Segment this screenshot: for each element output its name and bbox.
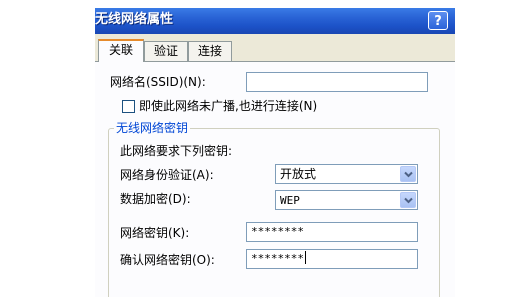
tab-association[interactable]: 关联 [98,39,144,62]
broadcast-checkbox-label[interactable]: 即使此网络未广播,也进行连接(N) [139,98,317,114]
confirm-key-label: 确认网络密钥(O): [120,253,215,267]
auth-select-value: 开放式 [280,167,317,181]
network-key-label: 网络密钥(K): [120,226,190,240]
encryption-label: 数据加密(D): [120,192,191,206]
auth-select[interactable]: 开放式 [275,164,418,184]
tab-authentication[interactable]: 验证 [144,41,188,61]
text-caret [304,251,306,264]
encryption-select[interactable]: WEP [275,190,418,210]
confirm-key-value: ******** [251,252,304,265]
auth-label: 网络身份验证(A): [120,168,214,182]
title-bar[interactable]: 无线网络属性 ? [95,8,455,34]
window-title: 无线网络属性 [95,12,174,27]
chevron-down-icon[interactable] [400,192,416,208]
chevron-down-icon[interactable] [400,166,416,182]
ssid-input[interactable] [246,72,428,92]
wireless-properties-dialog: 无线网络属性 ? 关联 验证 连接 网络名(SSID)(N): 即使此网络未广播… [95,8,455,297]
page: 无线网络属性 ? 关联 验证 连接 网络名(SSID)(N): 即使此网络未广播… [0,0,531,297]
requires-key-text: 此网络要求下列密钥: [120,144,233,158]
network-key-input[interactable]: ******** [246,222,418,242]
confirm-key-input[interactable]: ******** [246,249,418,269]
ssid-label: 网络名(SSID)(N): [110,75,206,89]
broadcast-checkbox[interactable] [122,100,135,113]
tab-connection[interactable]: 连接 [188,41,232,61]
help-button[interactable]: ? [428,11,448,30]
encryption-select-value: WEP [280,194,300,207]
association-panel: 网络名(SSID)(N): 即使此网络未广播,也进行连接(N) 无线网络密钥 此… [95,61,455,297]
wireless-key-group-title: 无线网络密钥 [114,120,191,136]
